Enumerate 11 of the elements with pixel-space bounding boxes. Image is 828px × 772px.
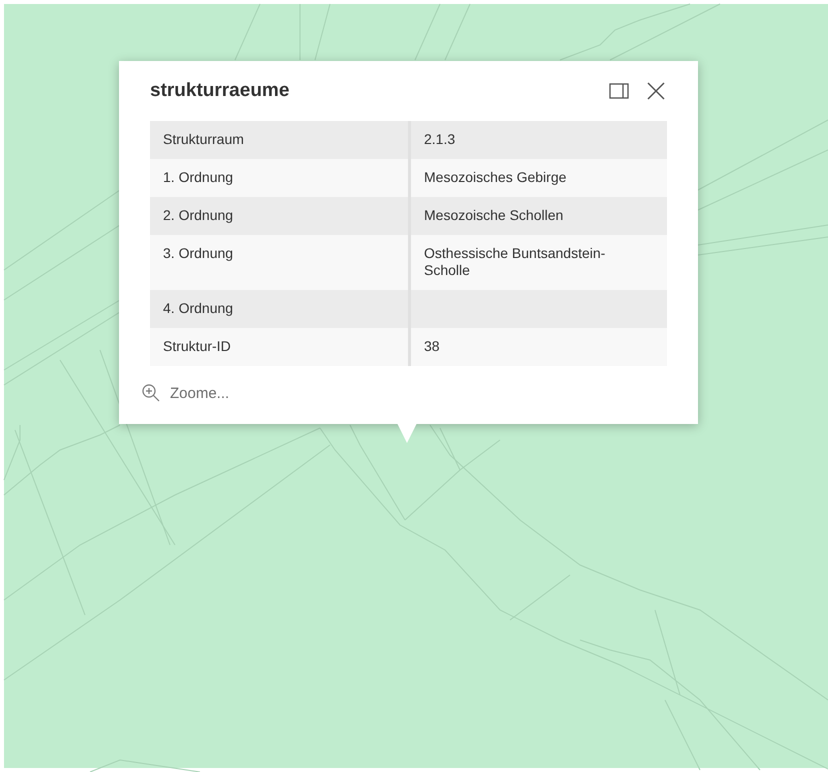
attribute-label: Struktur-ID	[150, 328, 411, 366]
zoom-in-icon	[141, 383, 161, 403]
close-icon[interactable]	[647, 82, 665, 100]
zoom-to-link[interactable]: Zoome...	[141, 383, 230, 403]
dock-panel-icon[interactable]	[609, 83, 629, 99]
attribute-value: 38	[423, 337, 441, 356]
attribute-value: Mesozoisches Gebirge	[423, 168, 568, 187]
attribute-value: Mesozoische Schollen	[423, 206, 564, 225]
popup-title: strukturraeume	[150, 80, 290, 102]
attribute-value: Osthessische Buntsandstein-Scholle	[423, 244, 606, 280]
attribute-value: 2.1.3	[423, 130, 456, 149]
